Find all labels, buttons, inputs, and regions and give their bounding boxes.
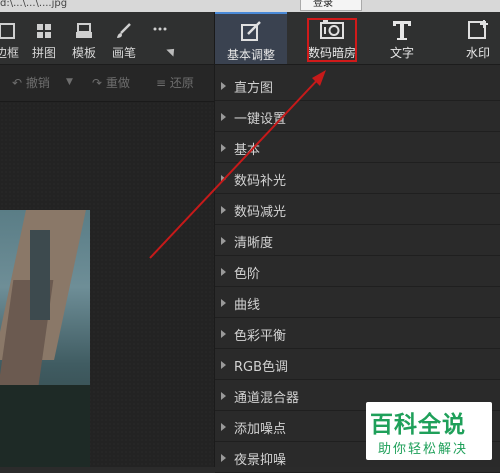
edit-icon (241, 21, 261, 41)
expand-arrow-icon (221, 237, 226, 245)
restore-button[interactable]: ≡ 还原 (156, 74, 194, 91)
panel-item-reduce-light[interactable]: 数码减光 (215, 195, 500, 225)
panel-item-label: 基本 (234, 143, 261, 158)
login-button[interactable]: 登录 (300, 0, 362, 11)
tool-frame-label: 边框 (0, 46, 19, 60)
panel-item-label: 添加噪点 (234, 422, 287, 437)
tool-template-label: 模板 (71, 46, 96, 60)
watermark-subtitle: 助你轻松解决 (378, 442, 469, 457)
panel-item-curves[interactable]: 曲线 (215, 288, 500, 318)
panel-item-histogram[interactable]: 直方图 (215, 71, 500, 101)
panel-item-label: 一键设置 (234, 112, 287, 127)
expand-arrow-icon (221, 175, 226, 183)
tool-brush-label: 画笔 (111, 46, 136, 60)
tool-frame[interactable]: 边框 (0, 12, 20, 64)
redo-icon: ↷ (92, 76, 103, 90)
expand-arrow-icon (221, 392, 226, 400)
panel-item-label: 色彩平衡 (234, 329, 287, 344)
file-path: d:\...\...\....jpg (0, 0, 68, 9)
panel-item-label: 色阶 (234, 267, 261, 282)
restore-label: 还原 (169, 76, 194, 90)
tab-watermark[interactable]: 水印 (452, 12, 500, 64)
panel-item-label: 清晰度 (234, 236, 274, 251)
expand-arrow-icon (221, 113, 226, 121)
frame-icon (0, 23, 15, 39)
tab-basic-adjust-label: 基本调整 (226, 48, 275, 62)
tool-brush[interactable]: 画笔 (110, 12, 138, 64)
panel-item-label: 直方图 (234, 81, 274, 96)
expand-arrow-icon (221, 330, 226, 338)
tool-template[interactable]: 模板 (70, 12, 98, 64)
tab-text[interactable]: 文字 (373, 12, 431, 64)
tab-watermark-label: 水印 (465, 46, 490, 60)
panel-item-label: 曲线 (234, 298, 261, 313)
expand-arrow-icon (221, 361, 226, 369)
redo-label: 重做 (105, 76, 130, 90)
more-icon (153, 27, 167, 31)
panel-item-label: 夜景抑噪 (234, 453, 287, 468)
tab-basic-adjust[interactable]: 基本调整 (215, 12, 287, 64)
panel-item-label: 数码减光 (234, 205, 287, 220)
expand-arrow-icon (221, 268, 226, 276)
undo-icon: ↶ (12, 76, 23, 90)
photo-preview (0, 210, 90, 467)
brush-icon (117, 23, 131, 38)
expand-arrow-icon (221, 299, 226, 307)
panel-item-color-balance[interactable]: 色彩平衡 (215, 319, 500, 349)
restore-icon: ≡ (156, 76, 167, 90)
tab-text-label: 文字 (389, 46, 414, 60)
expand-arrow-icon (221, 206, 226, 214)
watermark-title: 百科全说 (370, 412, 466, 438)
undo-dropdown-icon[interactable]: ▼ (66, 77, 73, 87)
panel-item-basic[interactable]: 基本 (215, 133, 500, 163)
expand-arrow-icon (221, 82, 226, 90)
highlight-box (307, 18, 357, 62)
template-icon (76, 23, 92, 38)
panel-item-label: 数码补光 (234, 174, 287, 189)
tool-more[interactable] (150, 12, 170, 64)
undo-label: 撤销 (25, 76, 50, 90)
expand-arrow-icon (221, 454, 226, 462)
grid-icon (37, 24, 51, 38)
tool-collage[interactable]: 拼图 (30, 12, 58, 64)
undo-button[interactable]: ↶ 撤销 (12, 74, 50, 91)
redo-button[interactable]: ↷ 重做 (92, 74, 130, 91)
watermark-icon (468, 20, 488, 39)
panel-item-rgb[interactable]: RGB色调 (215, 350, 500, 380)
panel-item-label: 通道混合器 (234, 391, 300, 406)
panel-item-clarity[interactable]: 清晰度 (215, 226, 500, 256)
expand-arrow-icon (221, 423, 226, 431)
panel-item-label: RGB色调 (234, 360, 289, 375)
panel-item-one-click[interactable]: 一键设置 (215, 102, 500, 132)
text-icon (393, 21, 411, 40)
tool-collage-label: 拼图 (31, 46, 56, 60)
panel-item-levels[interactable]: 色阶 (215, 257, 500, 287)
watermark-badge: 百科全说 助你轻松解决 (366, 402, 492, 460)
history-bar: ↶ 撤销 ▼ ↷ 重做 ≡ 还原 (0, 65, 214, 102)
expand-arrow-icon (221, 144, 226, 152)
panel-item-fill-light[interactable]: 数码补光 (215, 164, 500, 194)
window-title-bar: d:\...\...\....jpg 登录 (0, 0, 500, 12)
